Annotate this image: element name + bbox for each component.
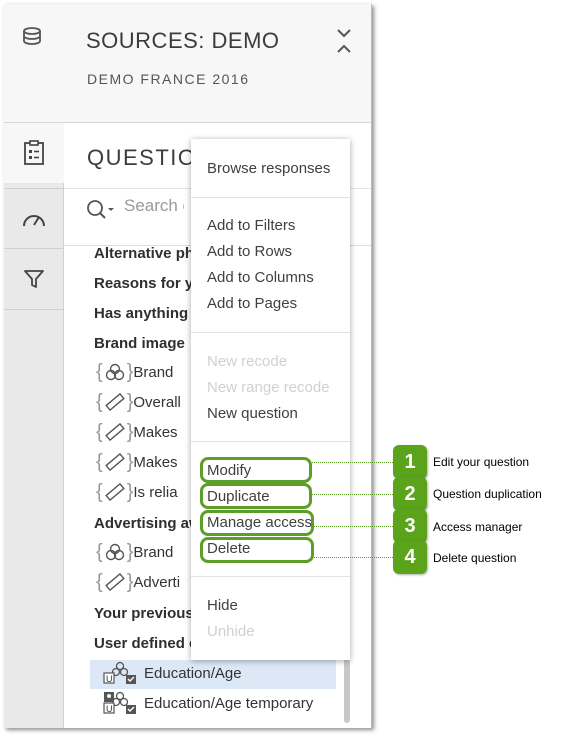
brace: }: [126, 360, 134, 383]
callout-connector: [314, 557, 393, 558]
menu-separator: [191, 441, 350, 442]
list-item-label: Overall: [133, 393, 181, 411]
callout-badge: 1: [393, 445, 427, 479]
gauge-icon: [22, 215, 45, 227]
list-item[interactable]: U Education/Age temporary: [102, 691, 313, 715]
list-item[interactable]: User defined c: [94, 635, 197, 652]
context-menu: Browse responses Add to Filters Add to R…: [191, 139, 350, 660]
list-item[interactable]: { } Adverti: [96, 569, 180, 595]
multi-choice-icon: [105, 543, 124, 561]
source-title: SOURCES: DEMO: [86, 28, 280, 53]
filter-icon: [23, 270, 44, 288]
callout-badge: 4: [393, 540, 427, 574]
brace: }: [126, 390, 134, 413]
ruler-icon: [104, 483, 125, 501]
list-item[interactable]: { } Is relia: [96, 479, 178, 505]
callout-badge: 3: [393, 509, 427, 543]
list-item[interactable]: { } Makes: [96, 419, 178, 445]
callout-highlight-duplicate: [200, 483, 312, 509]
ruler-icon: [104, 453, 125, 471]
questionnaire-icon: [24, 140, 44, 165]
search-icon[interactable]: [86, 199, 116, 221]
svg-text:U: U: [106, 674, 113, 684]
list-item[interactable]: Advertising aw: [94, 515, 201, 532]
search-input[interactable]: [122, 195, 186, 217]
brace: {: [96, 570, 103, 593]
side-tabs: [4, 123, 64, 728]
brace: {: [96, 450, 103, 473]
menu-item-add-to-pages[interactable]: Add to Pages: [207, 295, 297, 312]
callout-caption: Edit your question: [433, 455, 530, 469]
user-defined-variable-icon: U: [103, 661, 136, 684]
menu-item-add-to-filters[interactable]: Add to Filters: [207, 217, 295, 234]
brace: {: [96, 420, 103, 443]
list-item[interactable]: Reasons for yo: [94, 275, 202, 292]
brace: }: [126, 450, 134, 473]
callout-connector: [312, 462, 393, 463]
callout-caption: Question duplication: [433, 487, 542, 501]
list-item-label: Makes: [133, 453, 178, 471]
callout-caption: Access manager: [433, 520, 523, 534]
sources-header: SOURCES: DEMO DEMO FRANCE 2016: [4, 4, 371, 123]
callout-caption: Delete question: [433, 551, 517, 565]
brace: {: [96, 360, 103, 383]
source-subtitle: DEMO FRANCE 2016: [87, 71, 250, 87]
menu-separator: [191, 576, 350, 577]
menu-item-new-question[interactable]: New question: [207, 405, 298, 422]
tab-questions[interactable]: [4, 123, 64, 183]
menu-item-new-range-recode: New range recode: [207, 379, 330, 396]
menu-item-hide[interactable]: Hide: [207, 597, 238, 614]
list-item[interactable]: Alternative ph: [94, 245, 194, 262]
list-item[interactable]: Brand image: [94, 335, 185, 352]
list-item-label: Brand: [133, 543, 174, 561]
list-item[interactable]: { } Makes: [96, 449, 178, 475]
list-item-label: Adverti: [133, 573, 181, 591]
svg-text:U: U: [106, 704, 113, 714]
multi-choice-icon: [105, 363, 124, 381]
brace: }: [126, 420, 134, 443]
brace: }: [126, 570, 134, 593]
list-item-label: Brand: [133, 363, 174, 381]
list-item-label: Education/Age temporary: [144, 694, 314, 712]
questions-title: QUESTIO: [87, 145, 197, 170]
list-item[interactable]: { } Brand: [96, 359, 173, 385]
menu-item-new-recode: New recode: [207, 353, 288, 370]
callout-highlight-modify: [200, 457, 312, 483]
ruler-icon: [104, 573, 125, 591]
list-item[interactable]: { } Overall: [96, 389, 181, 415]
callout-highlight-delete: [200, 537, 314, 563]
callout-highlight-manage-access: [200, 510, 314, 536]
brace: {: [96, 390, 103, 413]
menu-item-add-to-columns[interactable]: Add to Columns: [207, 269, 314, 286]
list-item[interactable]: U Education/Age: [102, 661, 242, 685]
callout-badge: 2: [393, 477, 427, 511]
ruler-icon: [104, 423, 125, 441]
menu-separator: [191, 197, 350, 198]
brace: }: [126, 480, 134, 503]
list-item[interactable]: Has anything g: [94, 305, 202, 322]
menu-item-unhide: Unhide: [207, 623, 255, 640]
brace: {: [96, 480, 103, 503]
list-item-label: Makes: [133, 423, 178, 441]
menu-item-add-to-rows[interactable]: Add to Rows: [207, 243, 292, 260]
collapse-toggle-icon[interactable]: [334, 26, 354, 56]
callout-connector: [314, 526, 393, 527]
user-defined-variable-icon: U: [103, 691, 136, 714]
list-item-label: Education/Age: [144, 664, 242, 682]
callout-connector: [312, 494, 393, 495]
tab-dashboard[interactable]: [4, 188, 63, 249]
database-icon: [23, 27, 41, 45]
brace: {: [96, 540, 103, 563]
menu-separator: [191, 332, 350, 333]
brace: }: [126, 540, 134, 563]
list-item[interactable]: { } Brand: [96, 539, 173, 565]
tab-filters[interactable]: [4, 248, 63, 310]
menu-item-browse-responses[interactable]: Browse responses: [207, 160, 330, 177]
ruler-icon: [104, 393, 125, 411]
list-item-label: Is relia: [133, 483, 178, 501]
list-item[interactable]: Your previous: [94, 605, 194, 622]
